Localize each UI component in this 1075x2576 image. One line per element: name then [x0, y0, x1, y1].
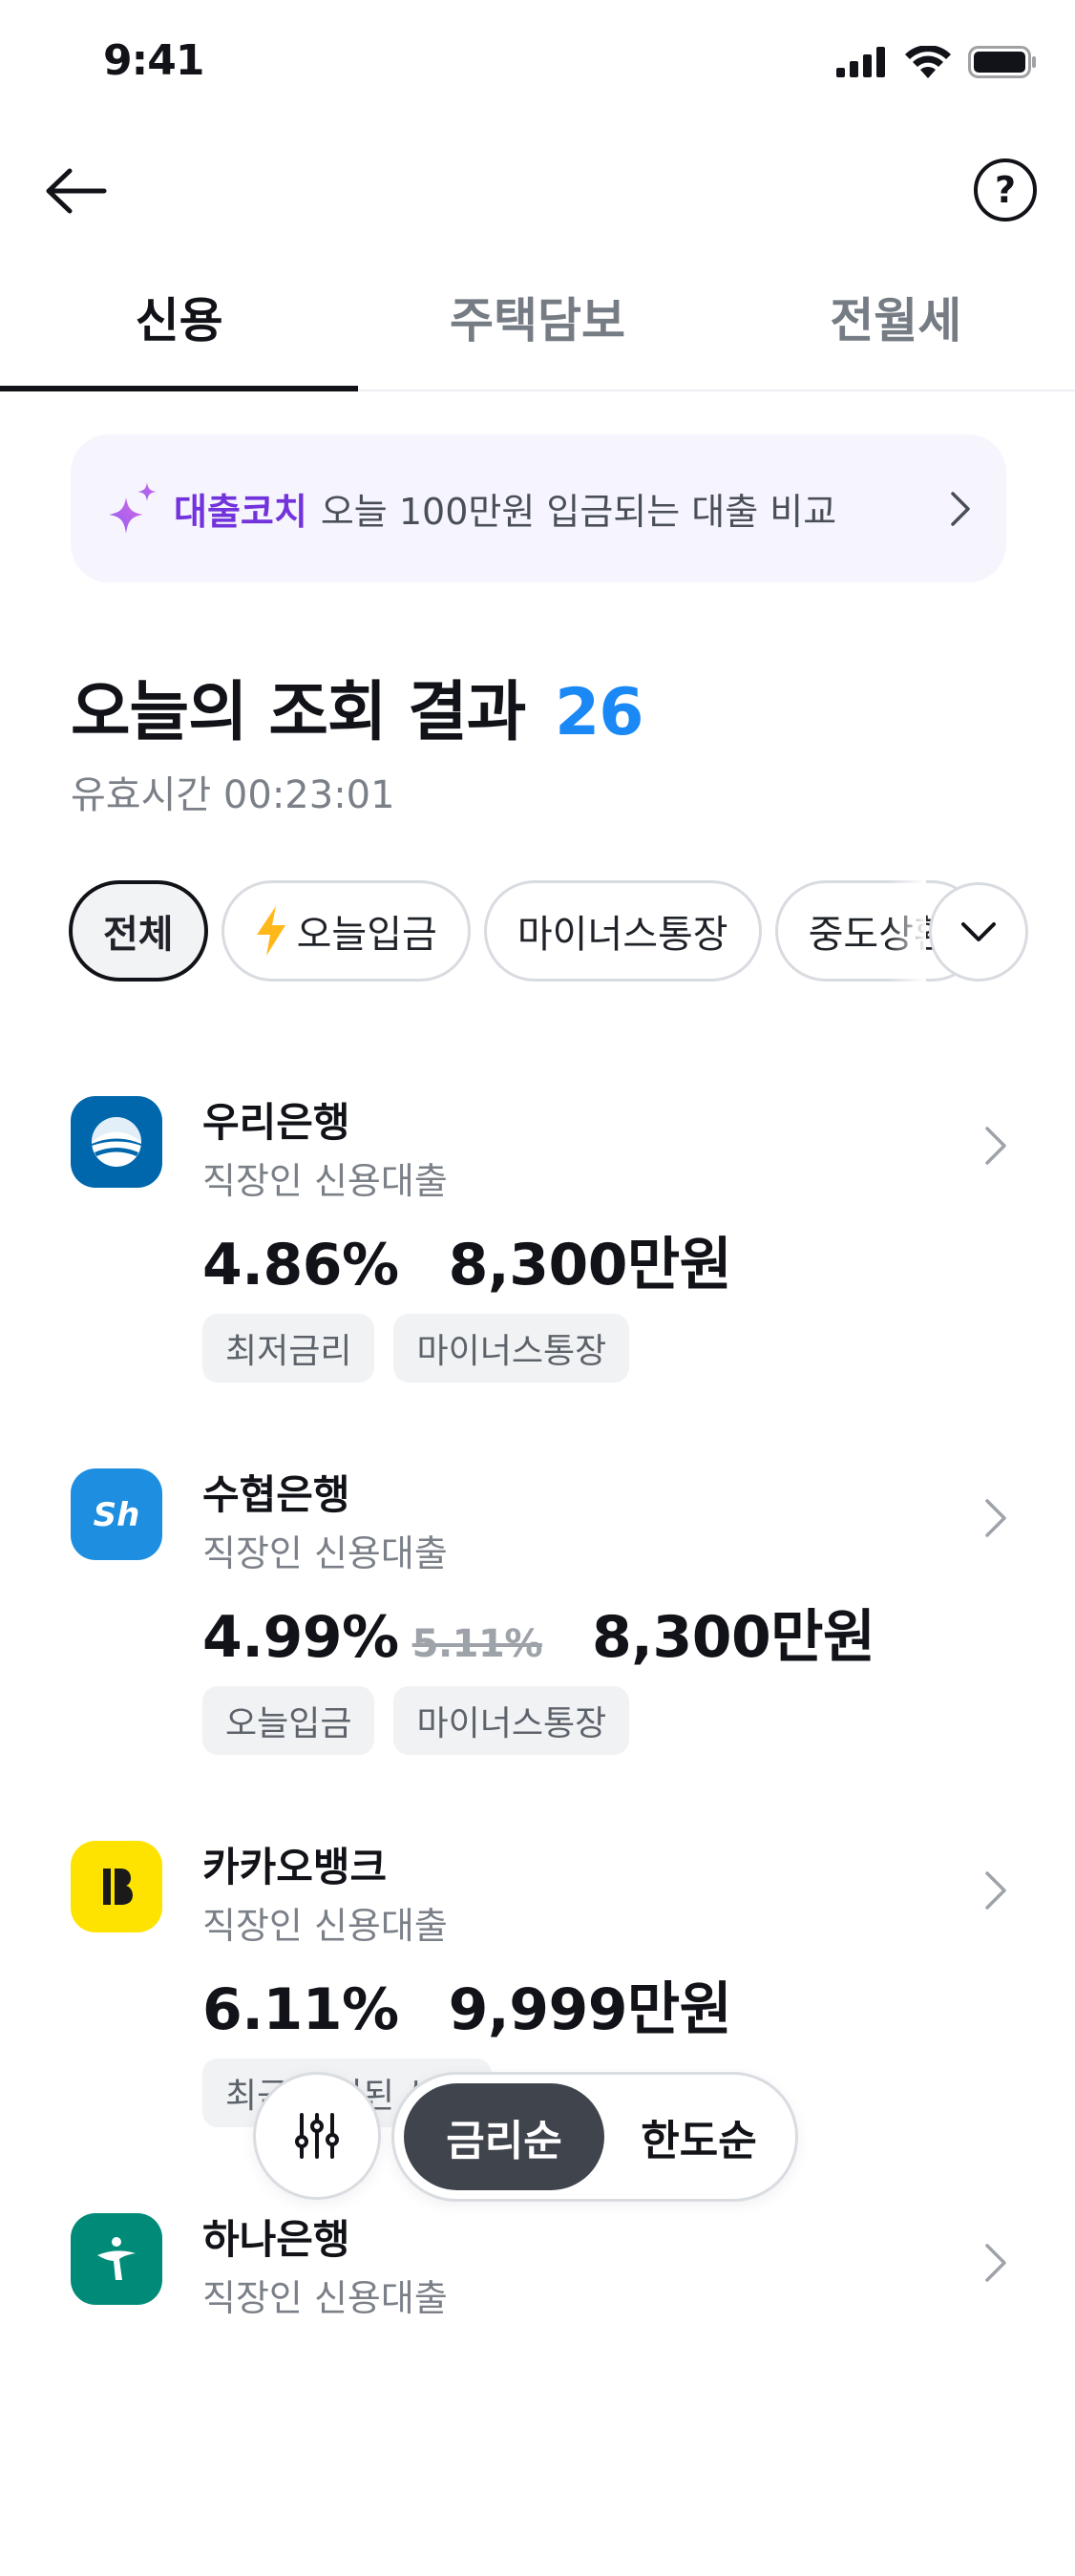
lightning-icon [256, 906, 285, 956]
tag: 오늘입금 [202, 1686, 375, 1755]
loan-figures: 6.11% 9,999만원 [202, 1963, 732, 2046]
bank-name: 수협은행 [202, 1471, 350, 1518]
tab-jeonse[interactable]: 전월세 [717, 267, 1075, 390]
page-title: 오늘의 조회 결과 26 [71, 659, 644, 753]
tab-mortgage[interactable]: 주택담보 [358, 267, 716, 390]
status-icons [836, 46, 1037, 78]
back-arrow-icon [46, 168, 107, 214]
tab-credit[interactable]: 신용 [0, 267, 359, 391]
chip-minus-account[interactable]: 마이너스통장 [483, 880, 762, 982]
product-name: 직장인 신용대출 [202, 2277, 448, 2319]
signal-icon [836, 47, 885, 77]
chevron-right-icon [985, 2244, 1006, 2282]
sliders-icon [295, 2113, 339, 2159]
chip-all[interactable]: 전체 [69, 880, 208, 982]
question-mark-icon: ? [994, 169, 1017, 211]
loan-item[interactable]: 우리은행 직장인 신용대출 4.86% 8,300만원 최저금리 마이너스통장 [0, 1096, 1075, 1459]
hana-logo-icon [97, 2237, 136, 2280]
tag: 마이너스통장 [393, 1686, 630, 1755]
loan-limit: 9,999만원 [448, 1976, 732, 2043]
hana-bank-logo [71, 2213, 162, 2305]
wifi-icon [905, 46, 951, 78]
loan-limit: 8,300만원 [591, 1604, 875, 1671]
sort-by-rate-button[interactable]: 금리순 [404, 2083, 604, 2190]
product-name: 직장인 신용대출 [202, 1160, 448, 1202]
previous-rate: 5.11% [411, 1622, 543, 1666]
bank-name: 우리은행 [202, 1099, 350, 1146]
chip-today-deposit[interactable]: 오늘입금 [221, 880, 471, 982]
chevron-down-icon [961, 922, 996, 941]
status-bar: 9:41 [0, 0, 1075, 124]
loan-type-tabs: 신용 주택담보 전월세 [0, 267, 1075, 391]
filter-chips: 전체 오늘입금 마이너스통장 중도상환 [69, 880, 985, 985]
back-button[interactable] [38, 153, 115, 229]
loan-limit: 8,300만원 [448, 1232, 732, 1299]
interest-rate: 6.11% [202, 1976, 399, 2043]
woori-logo-icon [92, 1117, 141, 1167]
suhyup-bank-logo: Sh [71, 1468, 162, 1560]
coach-text: 대출코치 오늘 100만원 입금되는 대출 비교 [174, 434, 836, 582]
results-title: 오늘의 조회 결과 [71, 675, 526, 750]
expand-filters-button[interactable] [929, 882, 1028, 982]
loan-tags: 오늘입금 마이너스통장 [202, 1686, 630, 1755]
chevron-right-icon [985, 1499, 1006, 1537]
filter-settings-button[interactable] [253, 2072, 381, 2200]
loan-item[interactable]: Sh 수협은행 직장인 신용대출 4.99% 5.11% 8,300만원 오늘입… [0, 1468, 1075, 1831]
kakaobank-logo [71, 1841, 162, 1932]
loan-figures: 4.99% 5.11% 8,300만원 [202, 1591, 875, 1674]
loan-tags: 최저금리 마이너스통장 [202, 1314, 630, 1383]
tag: 마이너스통장 [393, 1314, 630, 1383]
kakaobank-logo-icon [103, 1869, 133, 1905]
sort-by-limit-button[interactable]: 한도순 [608, 2083, 790, 2190]
chevron-right-icon [985, 1871, 1006, 1910]
loan-figures: 4.86% 8,300만원 [202, 1218, 732, 1301]
help-button[interactable]: ? [974, 158, 1037, 222]
loan-item[interactable]: 하나은행 직장인 신용대출 [0, 2213, 1075, 2576]
svg-text:Sh: Sh [94, 1496, 140, 1534]
interest-rate: 4.86% [202, 1232, 399, 1299]
valid-time: 유효시간 00:23:01 [71, 773, 395, 817]
bank-name: 카카오뱅크 [202, 1844, 388, 1890]
battery-icon [968, 46, 1036, 78]
chevron-right-icon [951, 492, 970, 526]
coach-brand: 대출코치 [174, 491, 307, 533]
tag: 최저금리 [202, 1314, 375, 1383]
sort-toggle: 금리순 한도순 [391, 2072, 798, 2202]
chips-fade [888, 880, 926, 985]
suhyup-logo-icon: Sh [94, 1496, 140, 1534]
coach-description: 오늘 100만원 입금되는 대출 비교 [320, 491, 837, 533]
product-name: 직장인 신용대출 [202, 1532, 448, 1574]
interest-rate: 4.99% [202, 1604, 399, 1671]
status-time: 9:41 [103, 36, 204, 85]
results-count: 26 [554, 675, 644, 750]
sparkle-icon [109, 482, 157, 534]
bank-name: 하나은행 [202, 2216, 350, 2263]
chevron-right-icon [985, 1127, 1006, 1165]
woori-bank-logo [71, 1096, 162, 1188]
product-name: 직장인 신용대출 [202, 1905, 448, 1947]
loan-coach-banner[interactable]: 대출코치 오늘 100만원 입금되는 대출 비교 [71, 434, 1006, 582]
